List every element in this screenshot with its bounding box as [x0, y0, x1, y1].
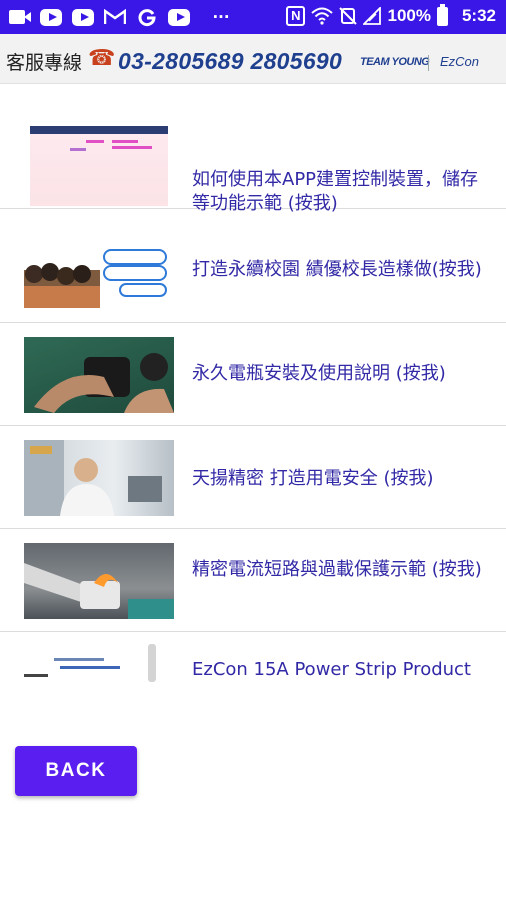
phone-icon: ☎ — [88, 46, 116, 71]
video-thumbnail — [30, 126, 168, 206]
hotline-number[interactable]: 03-2805689 2805690 — [118, 48, 342, 75]
video-list: 如何使用本APP建置控制裝置，儲存等功能示範 (按我) 打造永續校園 績優校長造… — [0, 84, 506, 682]
video-title[interactable]: 天揚精密 打造用電安全 (按我) — [192, 467, 492, 491]
gmail-icon — [104, 7, 126, 27]
video-icon — [8, 7, 31, 27]
video-title[interactable]: EzCon 15A Power Strip Product — [192, 658, 492, 682]
wifi-icon — [311, 7, 334, 25]
clock: 5:32 — [461, 6, 496, 25]
video-title[interactable]: 打造永續校園 績優校長造樣做(按我) — [192, 258, 492, 282]
battery-percent: 100% — [387, 6, 431, 25]
list-item[interactable]: 天揚精密 打造用電安全 (按我) — [0, 426, 506, 529]
video-title[interactable]: 永久電瓶安裝及使用說明 (按我) — [192, 362, 492, 386]
list-item[interactable]: 如何使用本APP建置控制裝置，儲存等功能示範 (按我) — [0, 106, 506, 214]
battery-icon — [436, 3, 448, 26]
video-thumbnail — [24, 543, 174, 619]
youtube-icon — [40, 7, 62, 27]
logo-divider — [428, 55, 429, 71]
list-item[interactable]: 永久電瓶安裝及使用說明 (按我) — [0, 323, 506, 426]
video-thumbnail — [24, 440, 174, 516]
google-icon — [136, 7, 158, 27]
nfc-icon: N — [286, 6, 306, 26]
video-thumbnail — [24, 337, 174, 413]
youtube-icon — [72, 7, 94, 27]
hotline-header: 客服專線 ☎ 03-2805689 2805690 TEAM YOUNG EzC… — [0, 34, 506, 84]
back-button[interactable]: BACK — [15, 746, 137, 796]
list-item[interactable]: 精密電流短路與過載保護示範 (按我) — [0, 529, 506, 632]
youtube-icon — [168, 7, 190, 27]
list-item[interactable]: EzCon 15A Power Strip Product — [0, 632, 506, 682]
video-title[interactable]: 精密電流短路與過載保護示範 (按我) — [192, 558, 492, 582]
hotline-label: 客服專線 — [6, 52, 83, 74]
video-thumbnail — [24, 236, 174, 308]
teamyoung-logo: TEAM YOUNG — [360, 56, 430, 68]
video-thumbnail — [24, 644, 174, 682]
ezcon-logo: EzCon — [440, 54, 480, 69]
status-bar: ··· N 100% 5:32 — [0, 0, 506, 34]
signal-icon — [363, 7, 382, 25]
more-icon: ··· — [212, 8, 230, 26]
list-item[interactable]: 打造永續校園 績優校長造樣做(按我) — [0, 220, 506, 323]
silent-icon — [339, 7, 358, 25]
video-title[interactable]: 如何使用本APP建置控制裝置，儲存等功能示範 (按我) — [192, 168, 492, 216]
